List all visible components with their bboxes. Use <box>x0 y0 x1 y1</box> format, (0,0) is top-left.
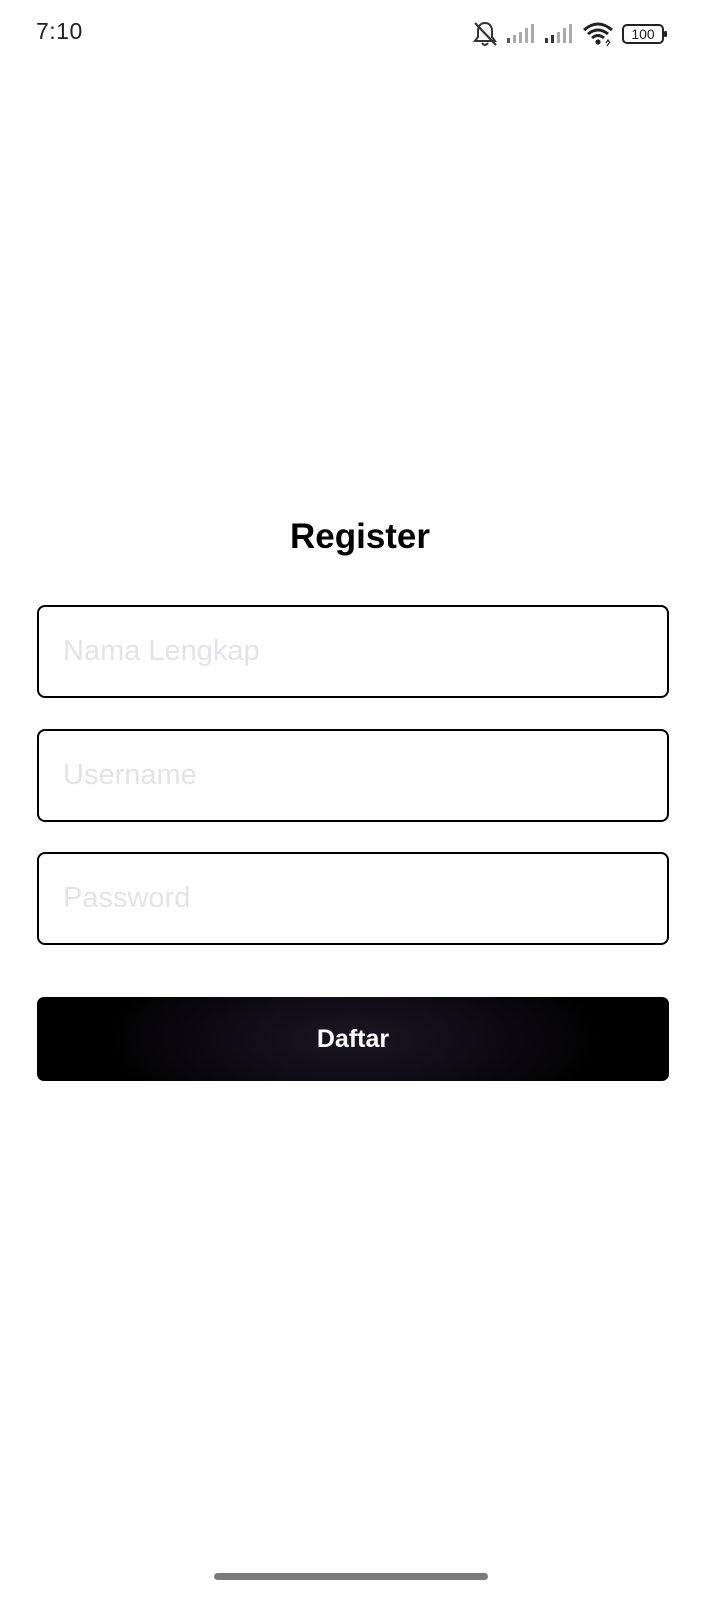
home-indicator[interactable] <box>214 1573 488 1580</box>
battery-icon: 100 <box>622 23 668 45</box>
status-icons: 100 <box>472 19 668 49</box>
bell-muted-icon <box>472 20 498 48</box>
signal-icon <box>506 23 536 45</box>
signal-icon <box>544 23 574 45</box>
full-name-input[interactable] <box>37 605 669 698</box>
register-button[interactable]: Daftar <box>37 997 669 1081</box>
username-input[interactable] <box>37 729 669 822</box>
status-time: 7:10 <box>36 18 83 44</box>
status-bar: 7:10 100 <box>0 0 720 68</box>
battery-level: 100 <box>631 26 655 42</box>
wifi-icon <box>582 21 614 47</box>
password-input[interactable] <box>37 852 669 945</box>
page-title: Register <box>289 517 431 556</box>
